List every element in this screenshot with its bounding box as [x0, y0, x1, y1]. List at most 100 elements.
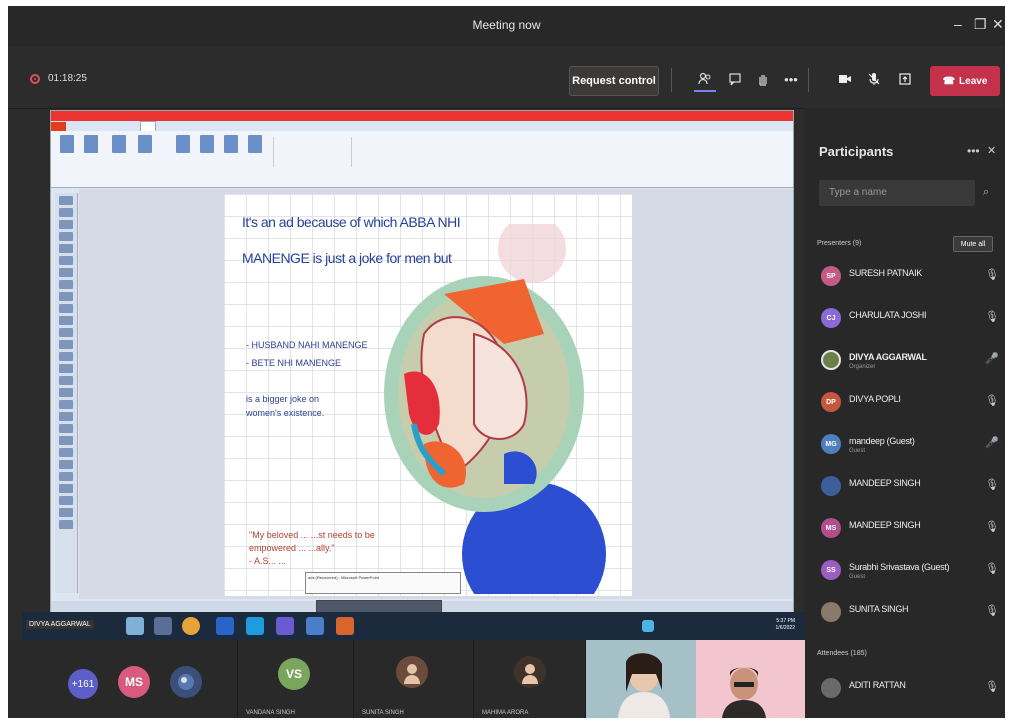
mic-off-icon: 🎙: [985, 521, 999, 533]
ribbon-button[interactable]: [135, 135, 155, 177]
participant-name: DIVYA AGGARWAL: [849, 352, 927, 362]
phone-icon: ☎: [942, 75, 956, 87]
participant-role: Guest: [849, 448, 866, 454]
app-icon[interactable]: [306, 617, 324, 635]
ribbon-button[interactable]: [109, 135, 129, 177]
attendees-section-label[interactable]: Attendees (185): [817, 650, 867, 657]
mic-off-icon: 🎙: [985, 311, 999, 323]
participant-role: Guest: [849, 574, 866, 580]
participant-tile[interactable]: SUNITA SINGH: [354, 640, 474, 718]
participant-row[interactable]: DP DIVYA POPLI 🎙: [805, 382, 1005, 422]
participant-video-tile[interactable]: [696, 640, 805, 718]
avatar: VS: [278, 658, 310, 690]
slide-bullet: - HUSBAND NAHI MANENGE: [246, 340, 368, 350]
title-bar: Meeting now – ❐ ✕: [8, 6, 1005, 46]
taskbar-tooltip: ads (Recovered) - Microsoft PowerPoint: [305, 572, 461, 594]
avatar: MG: [821, 434, 841, 454]
participant-name: SUNITA SINGH: [849, 604, 909, 614]
participant-row[interactable]: SUNITA SINGH 🎙: [805, 592, 1005, 632]
ribbon-button[interactable]: [57, 135, 77, 177]
clock-date: 1/6/2022: [775, 625, 795, 631]
chrome-icon[interactable]: [182, 617, 200, 635]
slide-quote: "My beloved ... ...st needs to be: [249, 530, 375, 540]
participant-tile[interactable]: VS VANDANA SINGH: [238, 640, 354, 718]
mic-on-icon: 🎤: [985, 353, 999, 365]
app-icon[interactable]: [154, 617, 172, 635]
invite-icon[interactable]: ⌕: [983, 186, 989, 199]
slide-editor-area: It's an ad because of which ABBA NHI MAN…: [79, 189, 793, 599]
leave-button[interactable]: ☎ Leave: [930, 66, 1000, 96]
powerpoint-icon[interactable]: [336, 617, 354, 635]
ribbon-button[interactable]: [81, 135, 101, 177]
maximize-button[interactable]: ❐: [974, 16, 987, 32]
panel-title: Participants: [819, 144, 894, 159]
ribbon-button[interactable]: [197, 135, 217, 177]
participant-row[interactable]: MS MANDEEP SINGH 🎙: [805, 508, 1005, 548]
more-options-icon[interactable]: •••: [967, 144, 980, 158]
avatar: [821, 350, 841, 370]
mic-off-icon: 🎙: [985, 395, 999, 407]
ribbon-button[interactable]: [245, 135, 265, 177]
participant-name: ADITI RATTAN: [849, 680, 906, 690]
participant-row[interactable]: MANDEEP SINGH 🎙: [805, 466, 1005, 506]
slide-text-line: women's existence.: [246, 408, 325, 418]
mute-all-button[interactable]: Mute all: [953, 236, 993, 252]
leave-label: Leave: [959, 75, 988, 87]
ribbon-options: [273, 137, 334, 167]
mic-icon[interactable]: [863, 68, 885, 90]
slide-text-line: is a bigger joke on: [246, 394, 320, 404]
participant-tile[interactable]: MAHIMA ARORA: [474, 640, 586, 718]
participant-search-input[interactable]: Type a name: [819, 180, 975, 206]
window-title: Meeting now: [472, 18, 541, 32]
mic-on-icon: 🎤: [985, 437, 999, 449]
avatar: MS: [118, 666, 150, 698]
avatar: SS: [821, 560, 841, 580]
ribbon-button[interactable]: [221, 135, 241, 177]
participant-video-tile[interactable]: [586, 640, 696, 718]
toolbar-divider: [671, 68, 672, 92]
word-icon[interactable]: [216, 617, 234, 635]
ppt-tools-panel: [55, 193, 78, 593]
participant-row[interactable]: CJ CHARULATA JOSHI 🎙: [805, 298, 1005, 338]
chat-icon[interactable]: [724, 68, 746, 90]
more-participants-button[interactable]: +161: [68, 669, 98, 699]
people-icon[interactable]: [694, 68, 716, 92]
camera-icon[interactable]: [834, 68, 856, 90]
avatar: [514, 656, 546, 688]
presenters-section-label[interactable]: Presenters (9): [817, 240, 861, 247]
clock-time: 5:37 PM: [776, 618, 795, 624]
participant-row[interactable]: MG mandeep (Guest) Guest 🎤: [805, 424, 1005, 464]
participant-name: mandeep (Guest): [849, 436, 915, 446]
participant-row[interactable]: ADITI RATTAN 🎙: [805, 668, 1005, 708]
avatar: DP: [821, 392, 841, 412]
avatar: [170, 666, 202, 698]
mic-off-icon: 🎙: [985, 563, 999, 575]
toolbar-divider: [808, 68, 809, 92]
raise-hand-icon[interactable]: [752, 68, 774, 90]
participant-row[interactable]: SS Surabhi Srivastava (Guest) Guest 🎙: [805, 550, 1005, 590]
app-icon[interactable]: [246, 617, 264, 635]
more-icon[interactable]: •••: [780, 68, 802, 90]
tray-icon[interactable]: [642, 620, 654, 632]
participant-name: MANDEEP SINGH: [849, 478, 921, 488]
video-gallery: +161 MS VS VANDANA SINGH SUNITA SINGH MA…: [8, 640, 805, 718]
participant-name: Surabhi Srivastava (Guest): [849, 562, 950, 572]
mic-off-icon: 🎙: [985, 681, 999, 693]
mic-off-icon: 🎙: [985, 269, 999, 281]
teams-icon[interactable]: [276, 617, 294, 635]
app-icon[interactable]: [126, 617, 144, 635]
slide[interactable]: It's an ad because of which ABBA NHI MAN…: [224, 194, 632, 596]
ppt-ribbon-tabs: [51, 121, 793, 133]
close-button[interactable]: ✕: [992, 16, 1004, 32]
slide-quote: empowered ... ...ally.": [249, 543, 335, 553]
participant-row[interactable]: SP SURESH PATNAIK 🎙: [805, 256, 1005, 296]
avatar: CJ: [821, 308, 841, 328]
avatar: MS: [821, 518, 841, 538]
participant-row[interactable]: DIVYA AGGARWAL Organizer 🎤: [805, 340, 1005, 380]
ribbon-button[interactable]: [173, 135, 193, 177]
minimize-button[interactable]: –: [954, 16, 962, 32]
presenter-label: DIVYA AGGARWAL: [26, 620, 94, 629]
close-panel-icon[interactable]: ✕: [987, 144, 996, 157]
request-control-button[interactable]: Request control: [569, 66, 659, 96]
share-icon[interactable]: [894, 68, 916, 90]
